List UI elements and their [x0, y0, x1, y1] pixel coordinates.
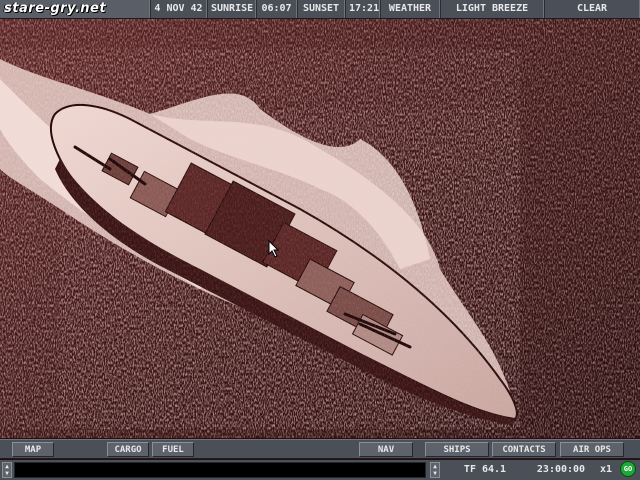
- sunset-time: 17:21: [345, 0, 380, 18]
- nav-button[interactable]: NAV: [359, 442, 413, 457]
- date-readout: 4 NOV 42: [150, 0, 207, 18]
- top-status-bar: stare-gry.net 4 NOV 42 SUNRISE 06:07 SUN…: [0, 0, 640, 19]
- ships-button[interactable]: SHIPS: [425, 442, 489, 457]
- message-box: [14, 462, 426, 478]
- scroll-down-icon[interactable]: ▼: [5, 470, 9, 477]
- weather-wind: LIGHT BREEZE: [440, 0, 544, 18]
- task-force-readout: TF 64.1: [463, 464, 507, 475]
- fuel-button[interactable]: FUEL: [152, 442, 194, 457]
- weather-sky: CLEAR: [544, 0, 640, 18]
- mouse-cursor-icon: [268, 240, 280, 258]
- status-bar: ▲ ▼ ▲ ▼ TF 64.1 23:00:00 x1: [0, 460, 640, 480]
- battleship-photo: [0, 19, 640, 438]
- go-button[interactable]: GO: [620, 461, 636, 477]
- command-button-bar: MAP CARGO FUEL NAV SHIPS CONTACTS AIR OP…: [0, 439, 640, 459]
- time-speed[interactable]: x1: [596, 462, 616, 478]
- sunrise-time: 06:07: [256, 0, 297, 18]
- game-clock: 23:00:00: [536, 464, 586, 475]
- task-force-selector[interactable]: ▲ ▼: [430, 462, 440, 478]
- contacts-button[interactable]: CONTACTS: [492, 442, 556, 457]
- sunrise-label: SUNRISE: [207, 0, 256, 18]
- air-ops-button[interactable]: AIR OPS: [560, 442, 624, 457]
- sunset-label: SUNSET: [297, 0, 345, 18]
- tf-up-icon[interactable]: ▲: [433, 463, 437, 470]
- ship-photo-viewport[interactable]: [0, 19, 640, 438]
- scroll-up-icon[interactable]: ▲: [5, 463, 9, 470]
- map-button[interactable]: MAP: [12, 442, 54, 457]
- cargo-button[interactable]: CARGO: [107, 442, 149, 457]
- weather-label: WEATHER: [380, 0, 440, 18]
- tf-down-icon[interactable]: ▼: [433, 470, 437, 477]
- message-scroll-control[interactable]: ▲ ▼: [2, 462, 12, 478]
- site-logo: stare-gry.net: [0, 0, 150, 18]
